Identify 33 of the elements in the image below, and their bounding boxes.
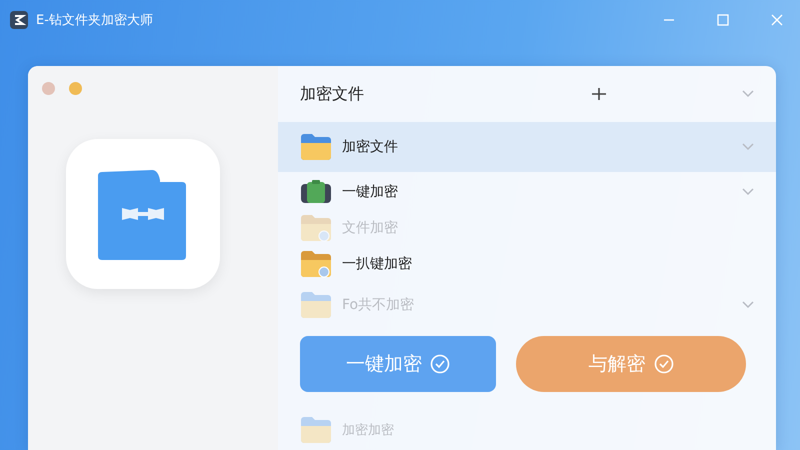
list-item[interactable]: 文件加密 — [278, 212, 776, 244]
list-item[interactable]: Fo共不加密 — [278, 284, 776, 326]
list-item[interactable]: 一键加密 — [278, 172, 776, 212]
list-header: 加密文件 — [300, 84, 365, 104]
app-logo-icon — [10, 11, 28, 29]
plus-icon[interactable] — [592, 87, 606, 101]
chevron-down-icon[interactable] — [742, 301, 754, 309]
maximize-icon — [717, 14, 729, 26]
item-label: 一键加密 — [342, 183, 399, 201]
window-dot[interactable] — [69, 82, 82, 95]
window-dot[interactable] — [42, 82, 55, 95]
close-icon — [771, 14, 783, 26]
chevron-down-icon[interactable] — [742, 90, 754, 98]
check-circle-icon — [654, 354, 674, 374]
lock-folder-icon — [300, 250, 332, 278]
folder-icon — [300, 416, 332, 444]
item-label: Fo共不加密 — [342, 296, 416, 314]
chevron-down-icon[interactable] — [742, 188, 754, 196]
check-circle-icon — [430, 354, 450, 374]
lock-folder-icon — [300, 214, 332, 242]
item-label: 加密文件 — [342, 138, 399, 156]
case-icon — [300, 180, 332, 204]
encrypt-button[interactable]: 一键加密 — [300, 336, 496, 392]
window-title: E-钻文件夹加密大师 — [36, 12, 154, 29]
list-item[interactable]: 加密文件 — [278, 122, 776, 172]
item-label: 加密加密 — [342, 422, 394, 439]
chevron-down-icon[interactable] — [742, 143, 754, 151]
folder-icon — [300, 291, 332, 319]
decrypt-button[interactable]: 与解密 — [516, 336, 746, 392]
list-item[interactable]: 一扒键加密 — [278, 244, 776, 284]
folder-icon — [300, 133, 332, 161]
item-label: 一扒键加密 — [342, 255, 413, 273]
item-label: 文件加密 — [342, 219, 399, 237]
